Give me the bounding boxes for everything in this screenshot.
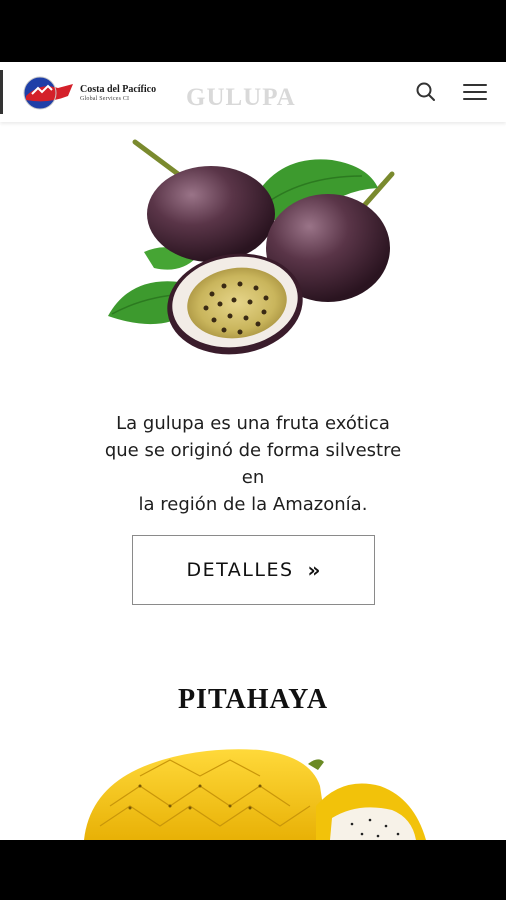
description-line: la región de la Amazonía. xyxy=(138,494,368,515)
menu-button[interactable] xyxy=(460,80,490,104)
brand-logo[interactable]: Costa del Pacífico Global Services CI xyxy=(18,74,183,110)
details-button[interactable]: DETALLES » xyxy=(132,535,375,605)
hamburger-line xyxy=(463,98,487,100)
site-header: Costa del Pacífico Global Services CI GU… xyxy=(0,62,506,122)
description-line: La gulupa es una fruta exótica xyxy=(116,413,390,434)
section-title-pitahaya: PITAHAYA xyxy=(177,684,329,715)
product-description: La gulupa es una fruta exótica que se or… xyxy=(40,410,466,518)
brand-name: Costa del Pacífico xyxy=(80,84,157,95)
hamburger-menu-icon xyxy=(463,84,487,86)
page-viewport: Costa del Pacífico Global Services CI GU… xyxy=(0,62,506,840)
details-button-label: DETALLES xyxy=(186,559,294,581)
search-icon xyxy=(416,82,435,101)
header-edge-bar xyxy=(0,70,3,114)
brand-emblem-icon xyxy=(23,76,73,110)
hamburger-line xyxy=(463,91,487,93)
double-chevron-right-icon: » xyxy=(307,558,321,582)
brand-subtitle: Global Services CI xyxy=(80,96,130,102)
description-line: que se originó de forma silvestre xyxy=(104,440,402,461)
passion-fruit-image xyxy=(108,139,395,355)
search-button[interactable] xyxy=(414,80,438,104)
status-bar xyxy=(0,0,506,62)
navigation-bar xyxy=(0,840,506,900)
dragon-fruit-image xyxy=(84,749,426,840)
description-line: en xyxy=(241,467,265,488)
ghost-section-title: GULUPA xyxy=(186,84,296,111)
